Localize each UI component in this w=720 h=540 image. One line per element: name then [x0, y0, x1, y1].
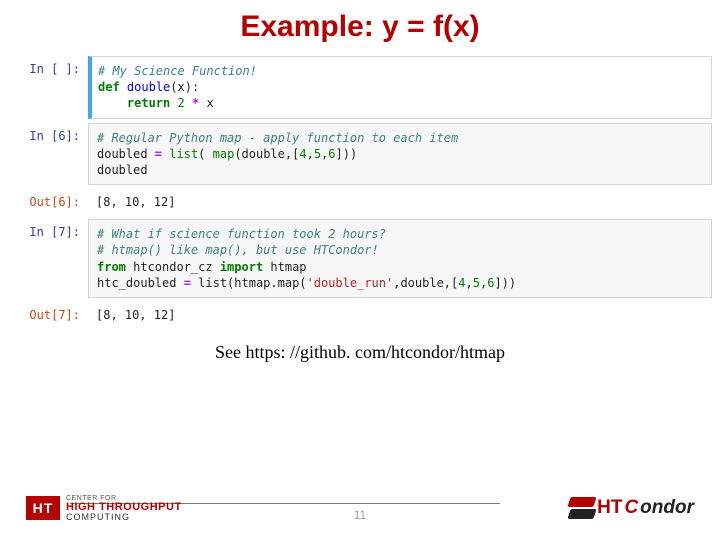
imp: htmap [263, 260, 306, 274]
rhs-a: list(htmap.map( [191, 276, 307, 290]
cell-in-7: In [7]: # What if science function took … [8, 219, 712, 298]
htcondor-rest: ondor [640, 497, 694, 519]
c1: , [466, 276, 473, 290]
comment: # Regular Python map - apply function to… [97, 131, 458, 145]
n3: 6 [328, 147, 335, 161]
mod: htcondor_cz [126, 260, 220, 274]
logo-chtc: HT CENTER FOR HIGH THROUGHPUT COMPUTING [26, 495, 182, 522]
logo-htcondor: HTCondor [569, 497, 694, 519]
htcondor-c: C [624, 497, 638, 519]
output-7: [8, 10, 12] [88, 302, 712, 328]
bi-map: map [213, 147, 235, 161]
prompt-in-6: In [6]: [8, 123, 88, 143]
comment: # My Science Function! [98, 64, 257, 78]
chtc-badge: HT [26, 496, 60, 520]
op-mul: * [192, 96, 199, 110]
cell-out-6: Out[6]: [8, 10, 12] [8, 189, 712, 215]
n2: 5 [314, 147, 321, 161]
chtc-line3: COMPUTING [66, 513, 182, 522]
comment-2: # htmap() like map(), but use HTCondor! [97, 243, 379, 257]
prompt-out-6: Out[6]: [8, 189, 88, 209]
code-in-6: # Regular Python map - apply function to… [88, 123, 712, 186]
lhs: htc_doubled [97, 276, 184, 290]
bi-list: list [169, 147, 198, 161]
kw-from: from [97, 260, 126, 274]
args: (double,[ [234, 147, 299, 161]
n2: 5 [473, 276, 480, 290]
fn-sig: (x): [170, 80, 199, 94]
fn-name: double [127, 80, 170, 94]
prompt-out-7: Out[7]: [8, 302, 88, 322]
eq: = [155, 147, 162, 161]
num-2: 2 [178, 96, 185, 110]
eq: = [184, 276, 191, 290]
cell-out-7: Out[7]: [8, 10, 12] [8, 302, 712, 328]
chtc-line2: HIGH THROUGHPUT [66, 502, 182, 513]
lhs: doubled [97, 147, 155, 161]
output-6: [8, 10, 12] [88, 189, 712, 215]
comment-1: # What if science function took 2 hours? [97, 227, 386, 241]
open: ( [198, 147, 212, 161]
cell-in-blank: In [ ]: # My Science Function! def doubl… [8, 56, 712, 119]
code-in-blank: # My Science Function! def double(x): re… [88, 56, 712, 119]
close: ])) [336, 147, 358, 161]
prompt-in-blank: In [ ]: [8, 56, 88, 76]
cell-in-6: In [6]: # Regular Python map - apply fun… [8, 123, 712, 186]
n1: 4 [458, 276, 465, 290]
prompt-in-7: In [7]: [8, 219, 88, 239]
htcondor-mark-icon [569, 497, 595, 519]
chtc-text: CENTER FOR HIGH THROUGHPUT COMPUTING [66, 495, 182, 522]
kw-return: return [127, 96, 170, 110]
n1: 4 [299, 147, 306, 161]
echo: doubled [97, 163, 148, 177]
footer-link-text: See https: //github. com/htcondor/htmap [0, 342, 720, 363]
c1: , [307, 147, 314, 161]
kw-import: import [220, 260, 263, 274]
footer: HT CENTER FOR HIGH THROUGHPUT COMPUTING … [0, 482, 720, 540]
rhs-b: ,double,[ [393, 276, 458, 290]
kw-def: def [98, 80, 120, 94]
var-x: x [206, 96, 213, 110]
htcondor-ht: HT [597, 497, 622, 519]
code-in-7: # What if science function took 2 hours?… [88, 219, 712, 298]
slide-title: Example: y = f(x) [0, 0, 720, 52]
close: ])) [494, 276, 516, 290]
str: 'double_run' [307, 276, 394, 290]
notebook-cells: In [ ]: # My Science Function! def doubl… [0, 56, 720, 328]
